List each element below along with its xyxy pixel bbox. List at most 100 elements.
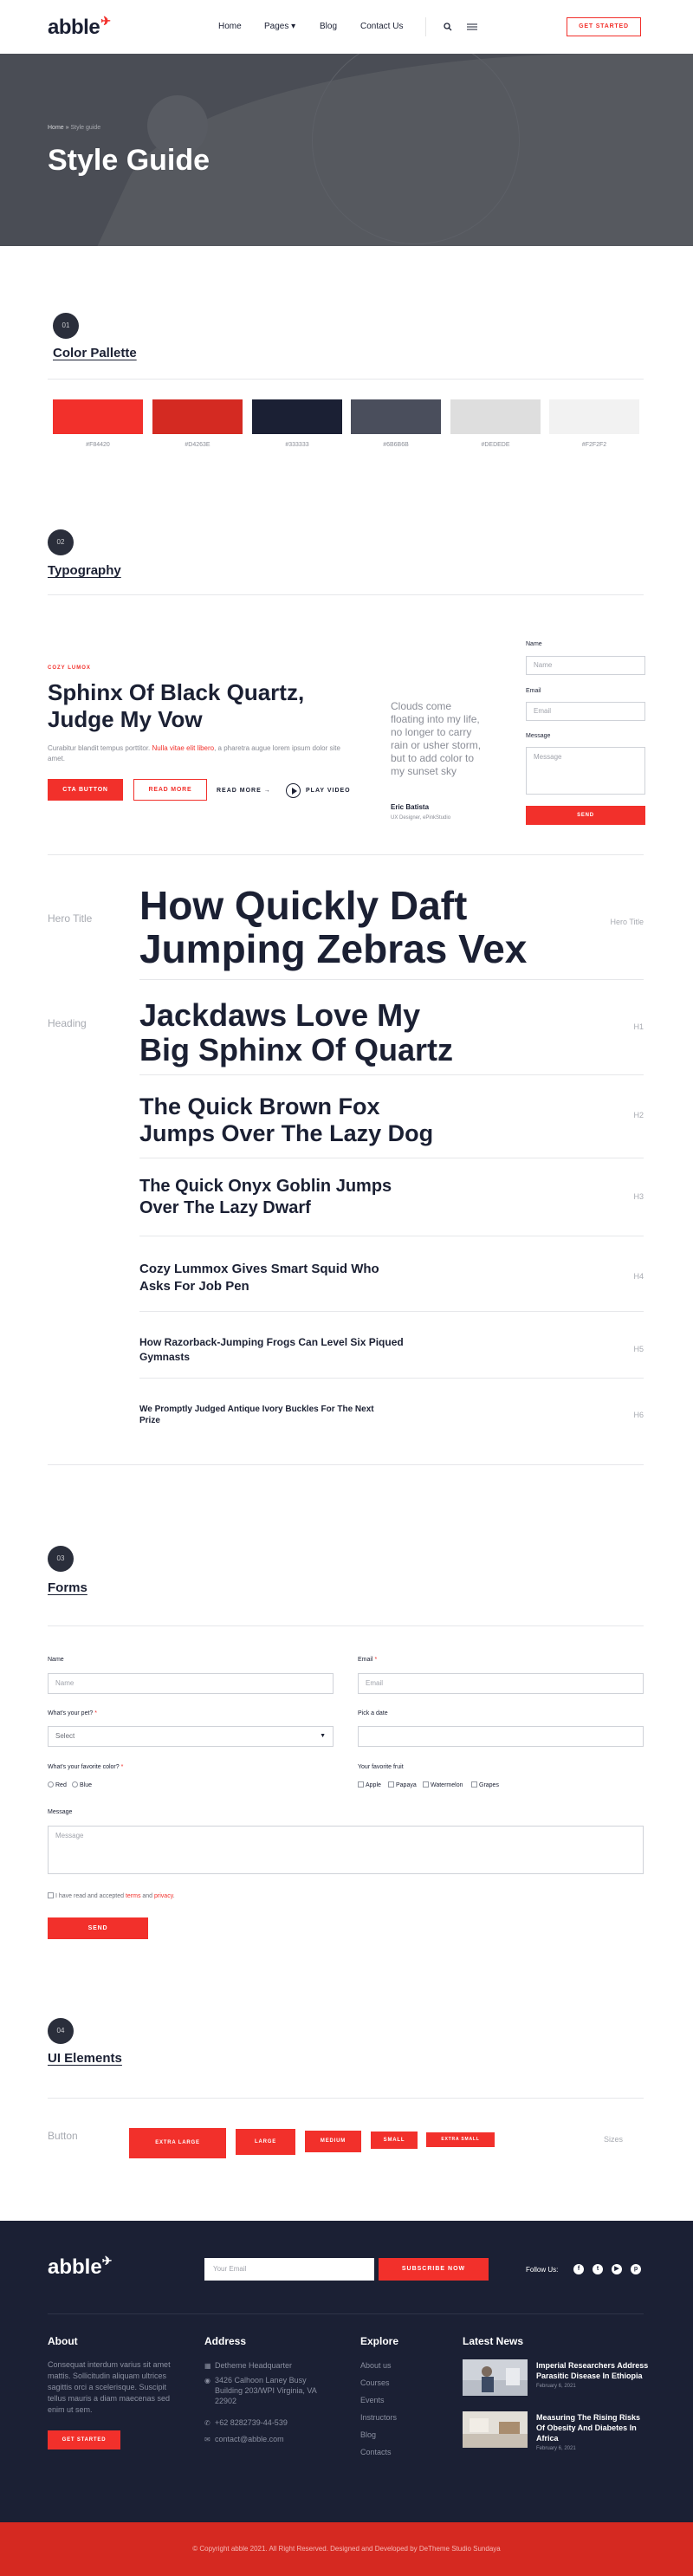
form-send-button[interactable]: SEND bbox=[48, 1917, 148, 1939]
logo[interactable]: abble✈ bbox=[48, 14, 111, 40]
pinterest-icon[interactable]: p bbox=[631, 2264, 641, 2274]
explore-link[interactable]: Blog bbox=[360, 2430, 376, 2439]
news-title[interactable]: Measuring The Rising Risks Of Obesity An… bbox=[536, 2412, 649, 2443]
button-extra-large[interactable]: EXTRA LARGE bbox=[129, 2128, 226, 2158]
news-date: February 6, 2021 bbox=[536, 2384, 576, 2389]
footer-get-started-button[interactable]: GET STARTED bbox=[48, 2430, 120, 2449]
nav-pages[interactable]: Pages ▾ bbox=[264, 22, 295, 31]
button-small[interactable]: SMALL bbox=[371, 2132, 418, 2149]
news-thumbnail[interactable] bbox=[463, 2359, 528, 2396]
fruit-label: Your favorite fruit bbox=[358, 1764, 404, 1770]
divider bbox=[48, 2098, 644, 2099]
terms-link[interactable]: terms bbox=[126, 1893, 141, 1899]
search-icon[interactable] bbox=[444, 23, 452, 31]
subscribe-button[interactable]: SUBSCRIBE NOW bbox=[379, 2258, 489, 2281]
contact-message-textarea[interactable]: Message bbox=[526, 747, 645, 795]
youtube-icon[interactable]: ▶ bbox=[612, 2264, 622, 2274]
checkbox[interactable] bbox=[388, 1781, 394, 1788]
privacy-link[interactable]: privacy bbox=[154, 1893, 173, 1899]
contact-email-input[interactable]: Email bbox=[526, 702, 645, 721]
color-swatch bbox=[549, 399, 639, 434]
explore-link[interactable]: Events bbox=[360, 2396, 385, 2404]
button-medium[interactable]: MEDIUM bbox=[305, 2131, 361, 2152]
name-input[interactable]: Name bbox=[48, 1673, 334, 1694]
sample-line: The Quick Onyx Goblin Jumps bbox=[139, 1177, 392, 1196]
breadcrumb-home[interactable]: Home bbox=[48, 125, 64, 131]
explore-link[interactable]: Instructors bbox=[360, 2413, 397, 2422]
news-thumbnail[interactable] bbox=[463, 2411, 528, 2448]
cta-button[interactable]: CTA BUTTON bbox=[48, 779, 123, 801]
newsletter-email-input[interactable]: Your Email bbox=[204, 2258, 374, 2281]
scale-tag: Hero Title bbox=[610, 918, 644, 926]
checkbox-papaya[interactable]: Papaya bbox=[388, 1781, 417, 1788]
explore-link[interactable]: Contacts bbox=[360, 2448, 392, 2456]
h3-sample: The Quick Onyx Goblin Jumps Over The Lazy… bbox=[139, 1176, 392, 1219]
date-input[interactable] bbox=[358, 1726, 644, 1747]
get-started-button[interactable]: GET STARTED bbox=[567, 17, 641, 36]
pet-select[interactable]: Select ▼ bbox=[48, 1726, 334, 1747]
radio-button[interactable] bbox=[72, 1781, 78, 1788]
email-address[interactable]: contact@abble.com bbox=[215, 2434, 345, 2444]
facebook-icon[interactable]: f bbox=[573, 2264, 584, 2274]
footer-about-title: About bbox=[48, 2335, 78, 2347]
checkbox[interactable] bbox=[423, 1781, 429, 1788]
required-mark: * bbox=[94, 1710, 97, 1716]
h4-sample: Cozy Lummox Gives Smart Squid Who Asks Fo… bbox=[139, 1261, 379, 1295]
footer-news-title: Latest News bbox=[463, 2335, 524, 2347]
contact-name-input[interactable]: Name bbox=[526, 656, 645, 675]
radio-button[interactable] bbox=[48, 1781, 54, 1788]
radio-blue[interactable]: Blue bbox=[72, 1781, 92, 1788]
required-mark: * bbox=[120, 1764, 124, 1770]
mail-icon: ✉ bbox=[204, 2436, 210, 2443]
phone-number[interactable]: +62 8282739-44-539 bbox=[215, 2417, 345, 2428]
footer-logo[interactable]: abble✈ bbox=[48, 2254, 112, 2280]
required-mark: * bbox=[374, 1657, 378, 1663]
checkbox[interactable] bbox=[358, 1781, 364, 1788]
contact-send-button[interactable]: SEND bbox=[526, 806, 645, 825]
read-more-button[interactable]: READ MORE bbox=[133, 779, 207, 801]
checkbox-watermelon[interactable]: Watermelon bbox=[423, 1781, 463, 1788]
section-title-typography: Typography bbox=[48, 563, 121, 578]
play-button[interactable] bbox=[286, 783, 301, 798]
nav-blog[interactable]: Blog bbox=[320, 22, 337, 31]
radio-red[interactable]: Red bbox=[48, 1781, 67, 1788]
demo-paragraph-link[interactable]: Nulla vitae elit libero bbox=[152, 744, 215, 752]
pet-label-text: What's your pet? bbox=[48, 1710, 94, 1716]
button-extra-small[interactable]: EXTRA SMALL bbox=[426, 2132, 495, 2147]
explore-link[interactable]: Courses bbox=[360, 2378, 390, 2387]
site-header: abble✈ Home Pages ▾ Blog Contact Us GET … bbox=[0, 0, 693, 54]
menu-icon[interactable] bbox=[467, 23, 477, 30]
news-thumbnail-image bbox=[463, 2359, 528, 2396]
nav-pages-label: Pages bbox=[264, 22, 289, 31]
news-title[interactable]: Imperial Researchers Address Parasitic D… bbox=[536, 2360, 649, 2381]
checkbox-label: Papaya bbox=[396, 1782, 417, 1788]
terms-and: and bbox=[140, 1893, 155, 1899]
date-label: Pick a date bbox=[358, 1710, 388, 1716]
checkbox[interactable] bbox=[48, 1892, 54, 1898]
page-title: Style Guide bbox=[48, 144, 210, 177]
read-more-link[interactable]: READ MORE → bbox=[217, 788, 271, 794]
logo-mark-icon: ✈ bbox=[100, 14, 111, 28]
checkbox-grapes[interactable]: Grapes bbox=[471, 1781, 499, 1788]
h6-sample: We Promptly Judged Antique Ivory Buckles… bbox=[139, 1404, 374, 1426]
pet-label: What's your pet? * bbox=[48, 1710, 97, 1716]
explore-link[interactable]: About us bbox=[360, 2361, 392, 2370]
checkbox[interactable] bbox=[471, 1781, 477, 1788]
color-swatch-label: #F84420 bbox=[86, 442, 110, 448]
twitter-icon[interactable]: t bbox=[593, 2264, 603, 2274]
section-number-ui: 04 bbox=[48, 2018, 74, 2044]
name-label: Name bbox=[48, 1657, 64, 1663]
button-large[interactable]: LARGE bbox=[236, 2129, 295, 2155]
news-thumbnail-image bbox=[463, 2411, 528, 2448]
email-input[interactable]: Email bbox=[358, 1673, 644, 1694]
color-swatch bbox=[152, 399, 243, 434]
message-textarea[interactable]: Message bbox=[48, 1826, 644, 1874]
news-date: February 6, 2021 bbox=[536, 2446, 576, 2451]
scale-tag: H5 bbox=[633, 1345, 644, 1353]
nav-home[interactable]: Home bbox=[218, 22, 242, 31]
scale-label-hero: Hero Title bbox=[48, 912, 93, 925]
play-video-label[interactable]: PLAY VIDEO bbox=[306, 788, 351, 794]
checkbox-apple[interactable]: Apple bbox=[358, 1781, 381, 1788]
nav-contact[interactable]: Contact Us bbox=[360, 22, 403, 31]
terms-checkbox[interactable]: I have read and accepted terms and priva… bbox=[48, 1892, 175, 1899]
